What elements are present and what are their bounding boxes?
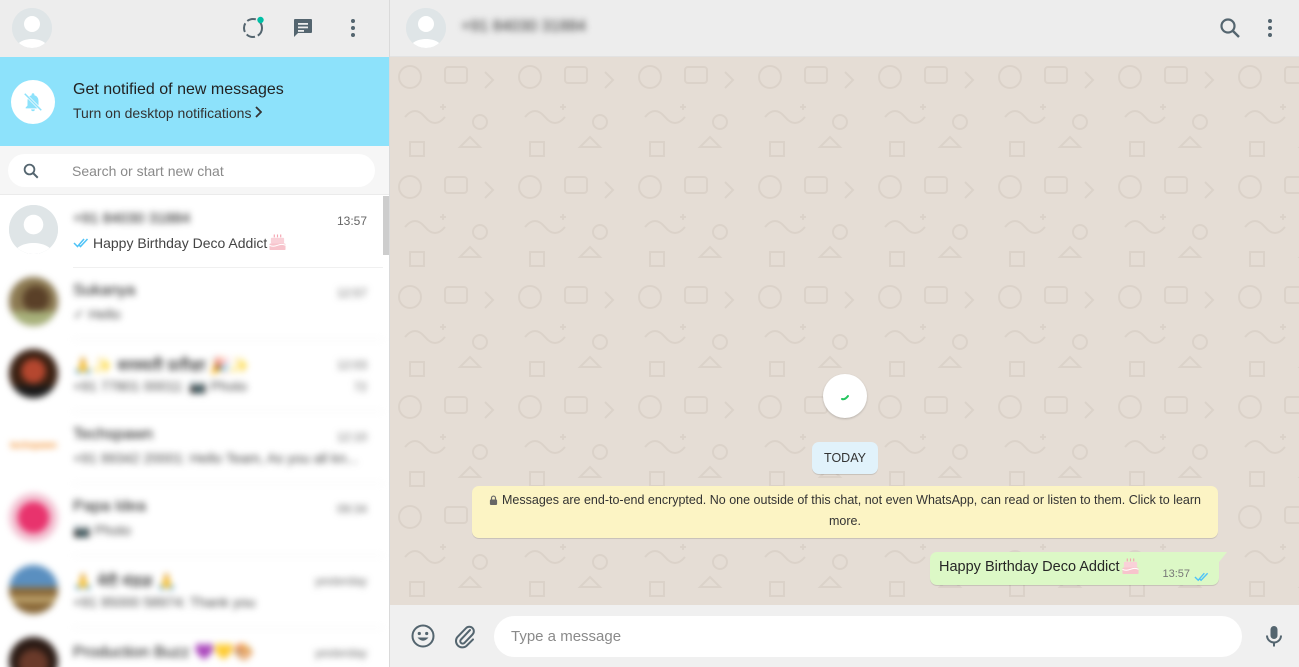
chevron-right-icon [254, 105, 263, 121]
chat-name: 🙏 मेरी मंडळ 🙏 [73, 574, 177, 591]
chat-preview: +91 99342 20001: Hello Team, As you all … [73, 450, 358, 466]
chat-time: 12:03 [336, 358, 367, 372]
read-ticks-icon [1194, 569, 1210, 587]
loading-spinner [823, 374, 867, 418]
chat-time: 12:57 [336, 286, 367, 300]
search-icon [1220, 18, 1240, 38]
microphone-icon [1266, 626, 1282, 647]
read-ticks-icon [73, 235, 90, 251]
conversation-panel: +91 84030 31884 TODAY Messages are end-t… [390, 0, 1299, 667]
left-menu-button[interactable] [341, 16, 365, 40]
left-header [0, 0, 389, 57]
chat-preview-text: Happy Birthday Deco Addict [93, 234, 268, 251]
chat-list-panel: Get notified of new messages Turn on des… [0, 0, 390, 667]
contact-name: +91 84030 31884 [461, 18, 587, 35]
contact-avatar [9, 565, 58, 614]
default-avatar-icon [12, 8, 52, 48]
menu-icon [351, 19, 355, 37]
status-icon [243, 16, 264, 38]
contact-avatar [9, 205, 58, 254]
encryption-notice-text: Messages are end-to-end encrypted. No on… [502, 493, 1201, 528]
search-bar [0, 146, 389, 195]
date-divider: TODAY [812, 442, 878, 474]
message-input[interactable] [494, 616, 1242, 657]
message-area[interactable]: TODAY Messages are end-to-end encrypted.… [390, 57, 1299, 605]
chat-list-item[interactable]: 🙏✨ सरस्वती प्रतीक्षा 🎉✨ 12:03 +91 77801 … [0, 340, 383, 412]
emoji-icon [411, 624, 435, 648]
status-button[interactable] [241, 16, 265, 40]
attach-icon [454, 625, 475, 649]
contact-avatar[interactable] [406, 8, 446, 48]
enable-notifications-link[interactable]: Turn on desktop notifications [73, 105, 263, 121]
emoji-button[interactable] [410, 623, 436, 649]
search-box [8, 154, 375, 187]
encryption-notice[interactable]: Messages are end-to-end encrypted. No on… [472, 486, 1218, 538]
chat-preview: 📷 Photo [73, 522, 131, 538]
message-text-content: Happy Birthday Deco Addict [939, 558, 1120, 575]
search-icon[interactable] [22, 162, 40, 180]
outgoing-message[interactable]: Happy Birthday Deco Addict 13:57 [930, 552, 1227, 587]
new-chat-icon [294, 19, 312, 37]
contact-avatar: techspawn [9, 421, 58, 470]
message-composer [390, 605, 1299, 667]
attach-button[interactable] [451, 623, 477, 649]
chat-list-item[interactable]: techspawn Techspawn 12:10 +91 99342 2000… [0, 412, 383, 484]
message-text: Happy Birthday Deco Addict [939, 558, 1140, 575]
chat-preview: +91 77801 00011: 📷 Photo [73, 378, 248, 394]
conversation-header[interactable]: +91 84030 31884 [390, 0, 1299, 57]
enable-notifications-label: Turn on desktop notifications [73, 105, 252, 121]
chat-badge: 72 [353, 380, 367, 394]
conversation-menu-button[interactable] [1258, 16, 1282, 40]
search-messages-button[interactable] [1218, 16, 1242, 40]
techspawn-logo: techspawn [10, 440, 57, 450]
chat-time: 09:34 [336, 502, 367, 516]
chat-list-item[interactable]: Sukanya 12:57 ✓ Hello [0, 268, 383, 340]
chat-list-item[interactable]: Papa Idea 09:34 📷 Photo [0, 484, 383, 556]
default-avatar-icon [9, 205, 58, 254]
notification-bell-off-icon [11, 80, 55, 124]
chat-list-item[interactable]: 🙏 मेरी मंडळ 🙏 yesterday +91 95000 58974:… [0, 556, 383, 628]
chat-time: yesterday [314, 646, 367, 660]
voice-message-button[interactable] [1261, 623, 1287, 649]
contact-avatar [9, 493, 58, 542]
notification-banner: Get notified of new messages Turn on des… [0, 57, 389, 146]
chat-name: Techspawn [73, 426, 154, 443]
chat-preview: +91 95000 58974: Thank you [73, 594, 256, 610]
chat-name: Sukanya [73, 282, 136, 299]
birthday-cake-icon [269, 234, 287, 251]
default-avatar-icon [406, 8, 446, 48]
chat-list: +91 84030 31884 13:57 Happy Birthday Dec… [0, 196, 389, 667]
chat-name: Production Buzz 💜💛🎨 [73, 644, 254, 661]
loading-icon [841, 395, 849, 401]
chat-preview: Happy Birthday Deco Addict [73, 234, 287, 251]
chat-list-scrollbar[interactable] [383, 196, 389, 255]
chat-time: 12:10 [336, 430, 367, 444]
my-profile-avatar[interactable] [12, 8, 52, 48]
chat-name: 🙏✨ सरस्वती प्रतीक्षा 🎉✨ [73, 358, 250, 375]
lock-icon [489, 495, 498, 505]
birthday-cake-icon [1121, 558, 1139, 575]
chat-time: yesterday [314, 574, 367, 588]
message-time: 13:57 [1162, 568, 1190, 580]
chat-time: 13:57 [336, 214, 367, 228]
search-input[interactable] [72, 154, 362, 187]
chat-preview: ✓ Hello [73, 306, 121, 322]
menu-icon [1268, 19, 1272, 37]
chat-name: Papa Idea [73, 498, 146, 515]
contact-avatar [9, 637, 58, 667]
bubble-tail [1219, 552, 1227, 562]
chat-list-item[interactable]: Production Buzz 💜💛🎨 yesterday [0, 628, 383, 667]
notification-title: Get notified of new messages [73, 81, 284, 98]
chat-list-item[interactable]: +91 84030 31884 13:57 Happy Birthday Dec… [0, 196, 383, 268]
chat-name: +91 84030 31884 [73, 210, 191, 227]
contact-avatar [9, 349, 58, 398]
contact-avatar [9, 277, 58, 326]
new-chat-button[interactable] [291, 16, 315, 40]
